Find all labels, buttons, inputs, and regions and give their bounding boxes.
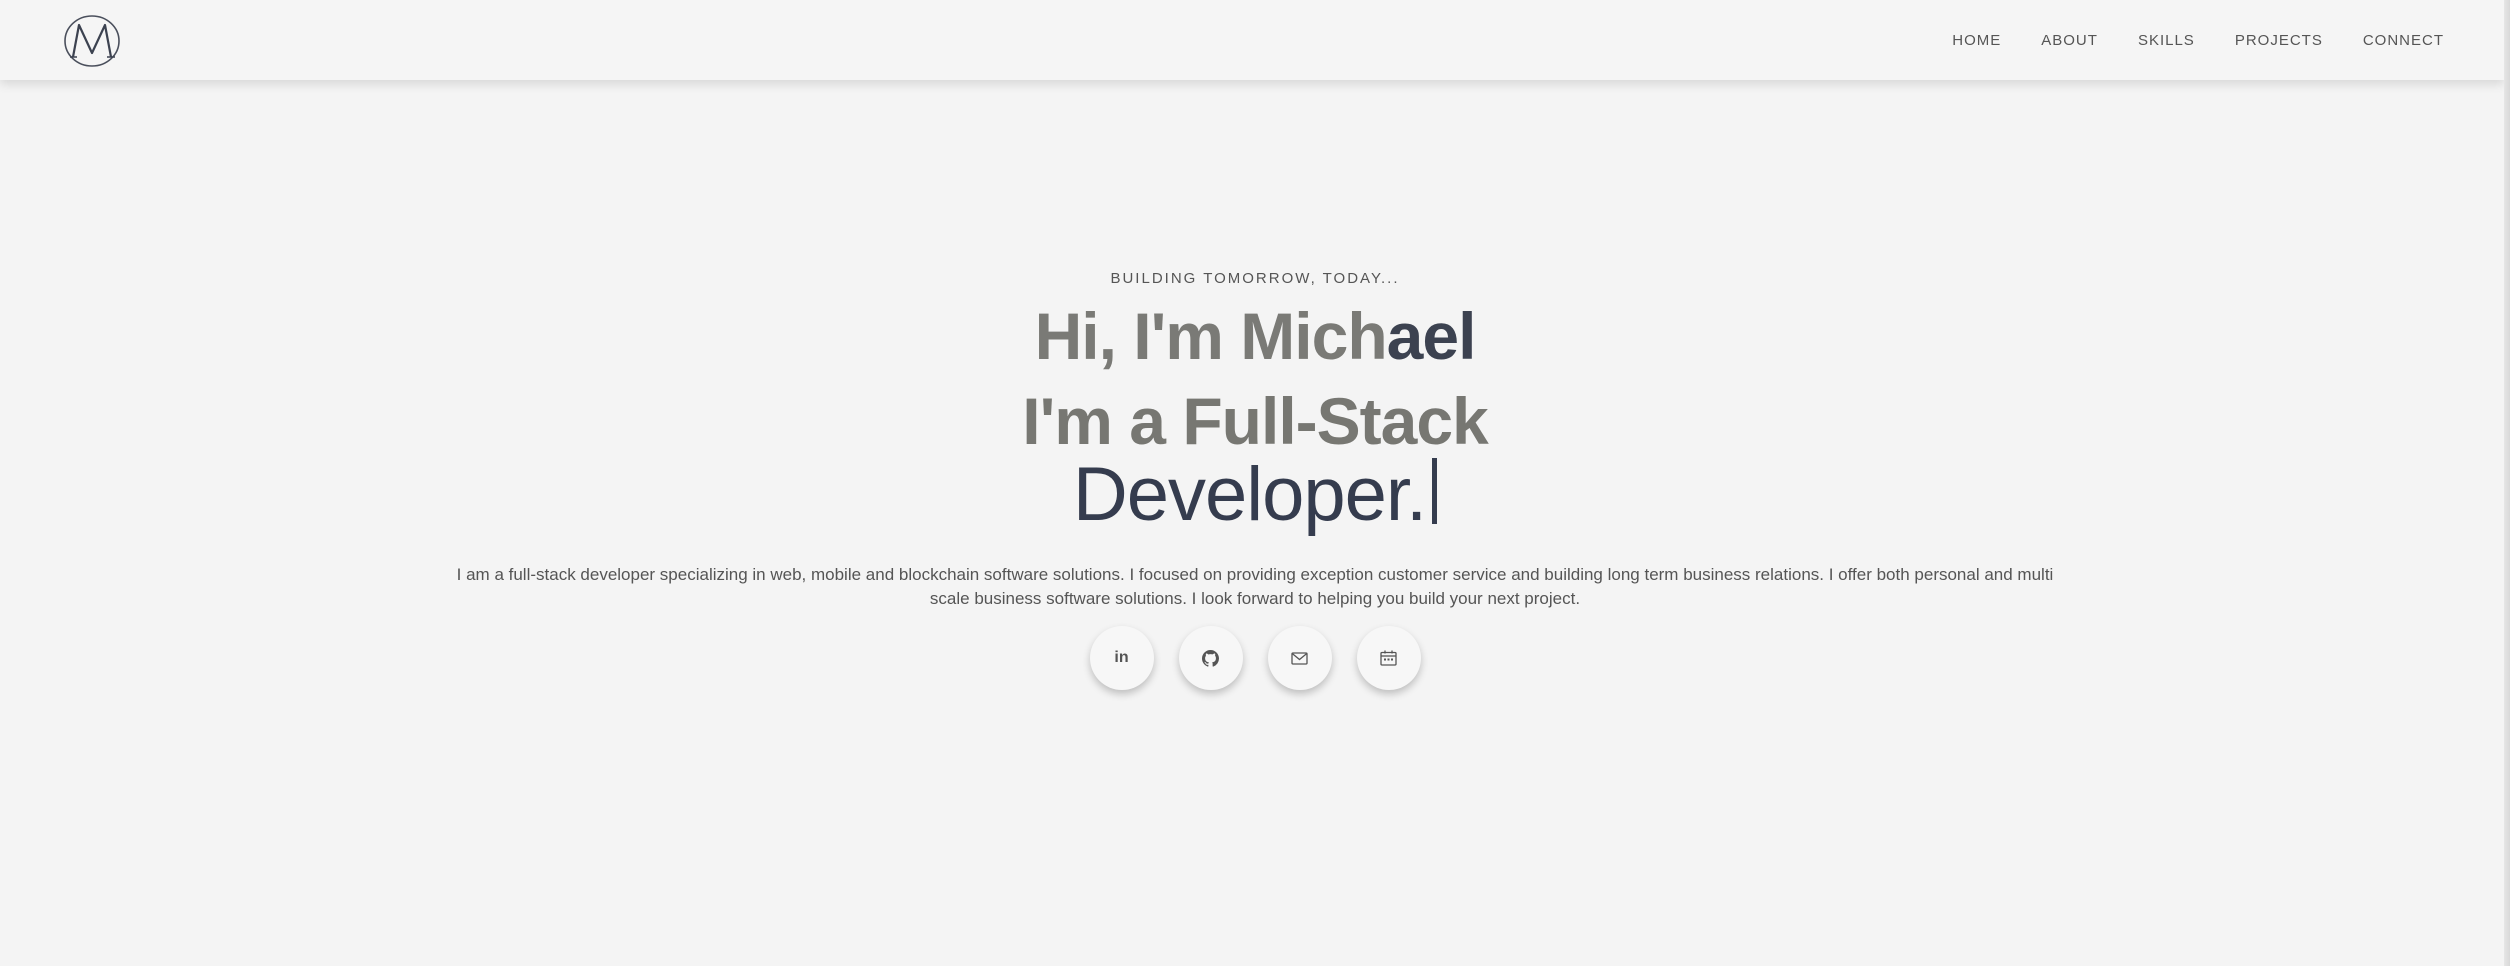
mail-icon (1291, 651, 1308, 665)
logo-icon[interactable] (62, 13, 122, 69)
linkedin-button[interactable]: in (1089, 626, 1154, 690)
nav-link-connect[interactable]: CONNECT (2363, 32, 2444, 49)
hero-tagline: BUILDING TOMORROW, TODAY... (1110, 270, 1400, 287)
main-nav: HOME ABOUT SKILLS PROJECTS CONNECT (1952, 0, 2444, 80)
calendar-button[interactable] (1356, 626, 1421, 690)
typed-role-text: Developer. (1072, 452, 1427, 537)
hero-role-line1: I'm a Full-Stack (1022, 384, 1489, 458)
nav-link-projects[interactable]: PROJECTS (2235, 32, 2323, 49)
hero-role-line2: Developer. (0, 452, 2510, 538)
monogram-logo-svg (64, 15, 120, 67)
github-button[interactable] (1178, 626, 1243, 690)
hero-section: BUILDING TOMORROW, TODAY... Hi, I'm Mich… (0, 0, 2510, 966)
calendar-icon (1380, 650, 1397, 666)
greeting-dark-text: ael (1386, 299, 1477, 373)
github-icon (1202, 649, 1219, 667)
page: HOME ABOUT SKILLS PROJECTS CONNECT BUILD… (0, 0, 2510, 966)
hero-bio: I am a full-stack developer specializing… (456, 565, 2054, 608)
nav-link-about[interactable]: ABOUT (2041, 32, 2098, 49)
scrollbar[interactable] (2504, 0, 2510, 966)
linkedin-icon: in (1114, 649, 1129, 666)
nav-link-home[interactable]: HOME (1952, 32, 2001, 49)
typing-cursor (1432, 458, 1438, 524)
nav-link-skills[interactable]: SKILLS (2138, 32, 2195, 49)
social-links: in (0, 626, 2510, 690)
greeting-light-text: Hi, I'm Mich (1034, 299, 1388, 373)
hero-greeting: Hi, I'm Michael (0, 296, 2510, 376)
email-button[interactable] (1267, 626, 1332, 690)
navbar: HOME ABOUT SKILLS PROJECTS CONNECT (0, 0, 2504, 80)
